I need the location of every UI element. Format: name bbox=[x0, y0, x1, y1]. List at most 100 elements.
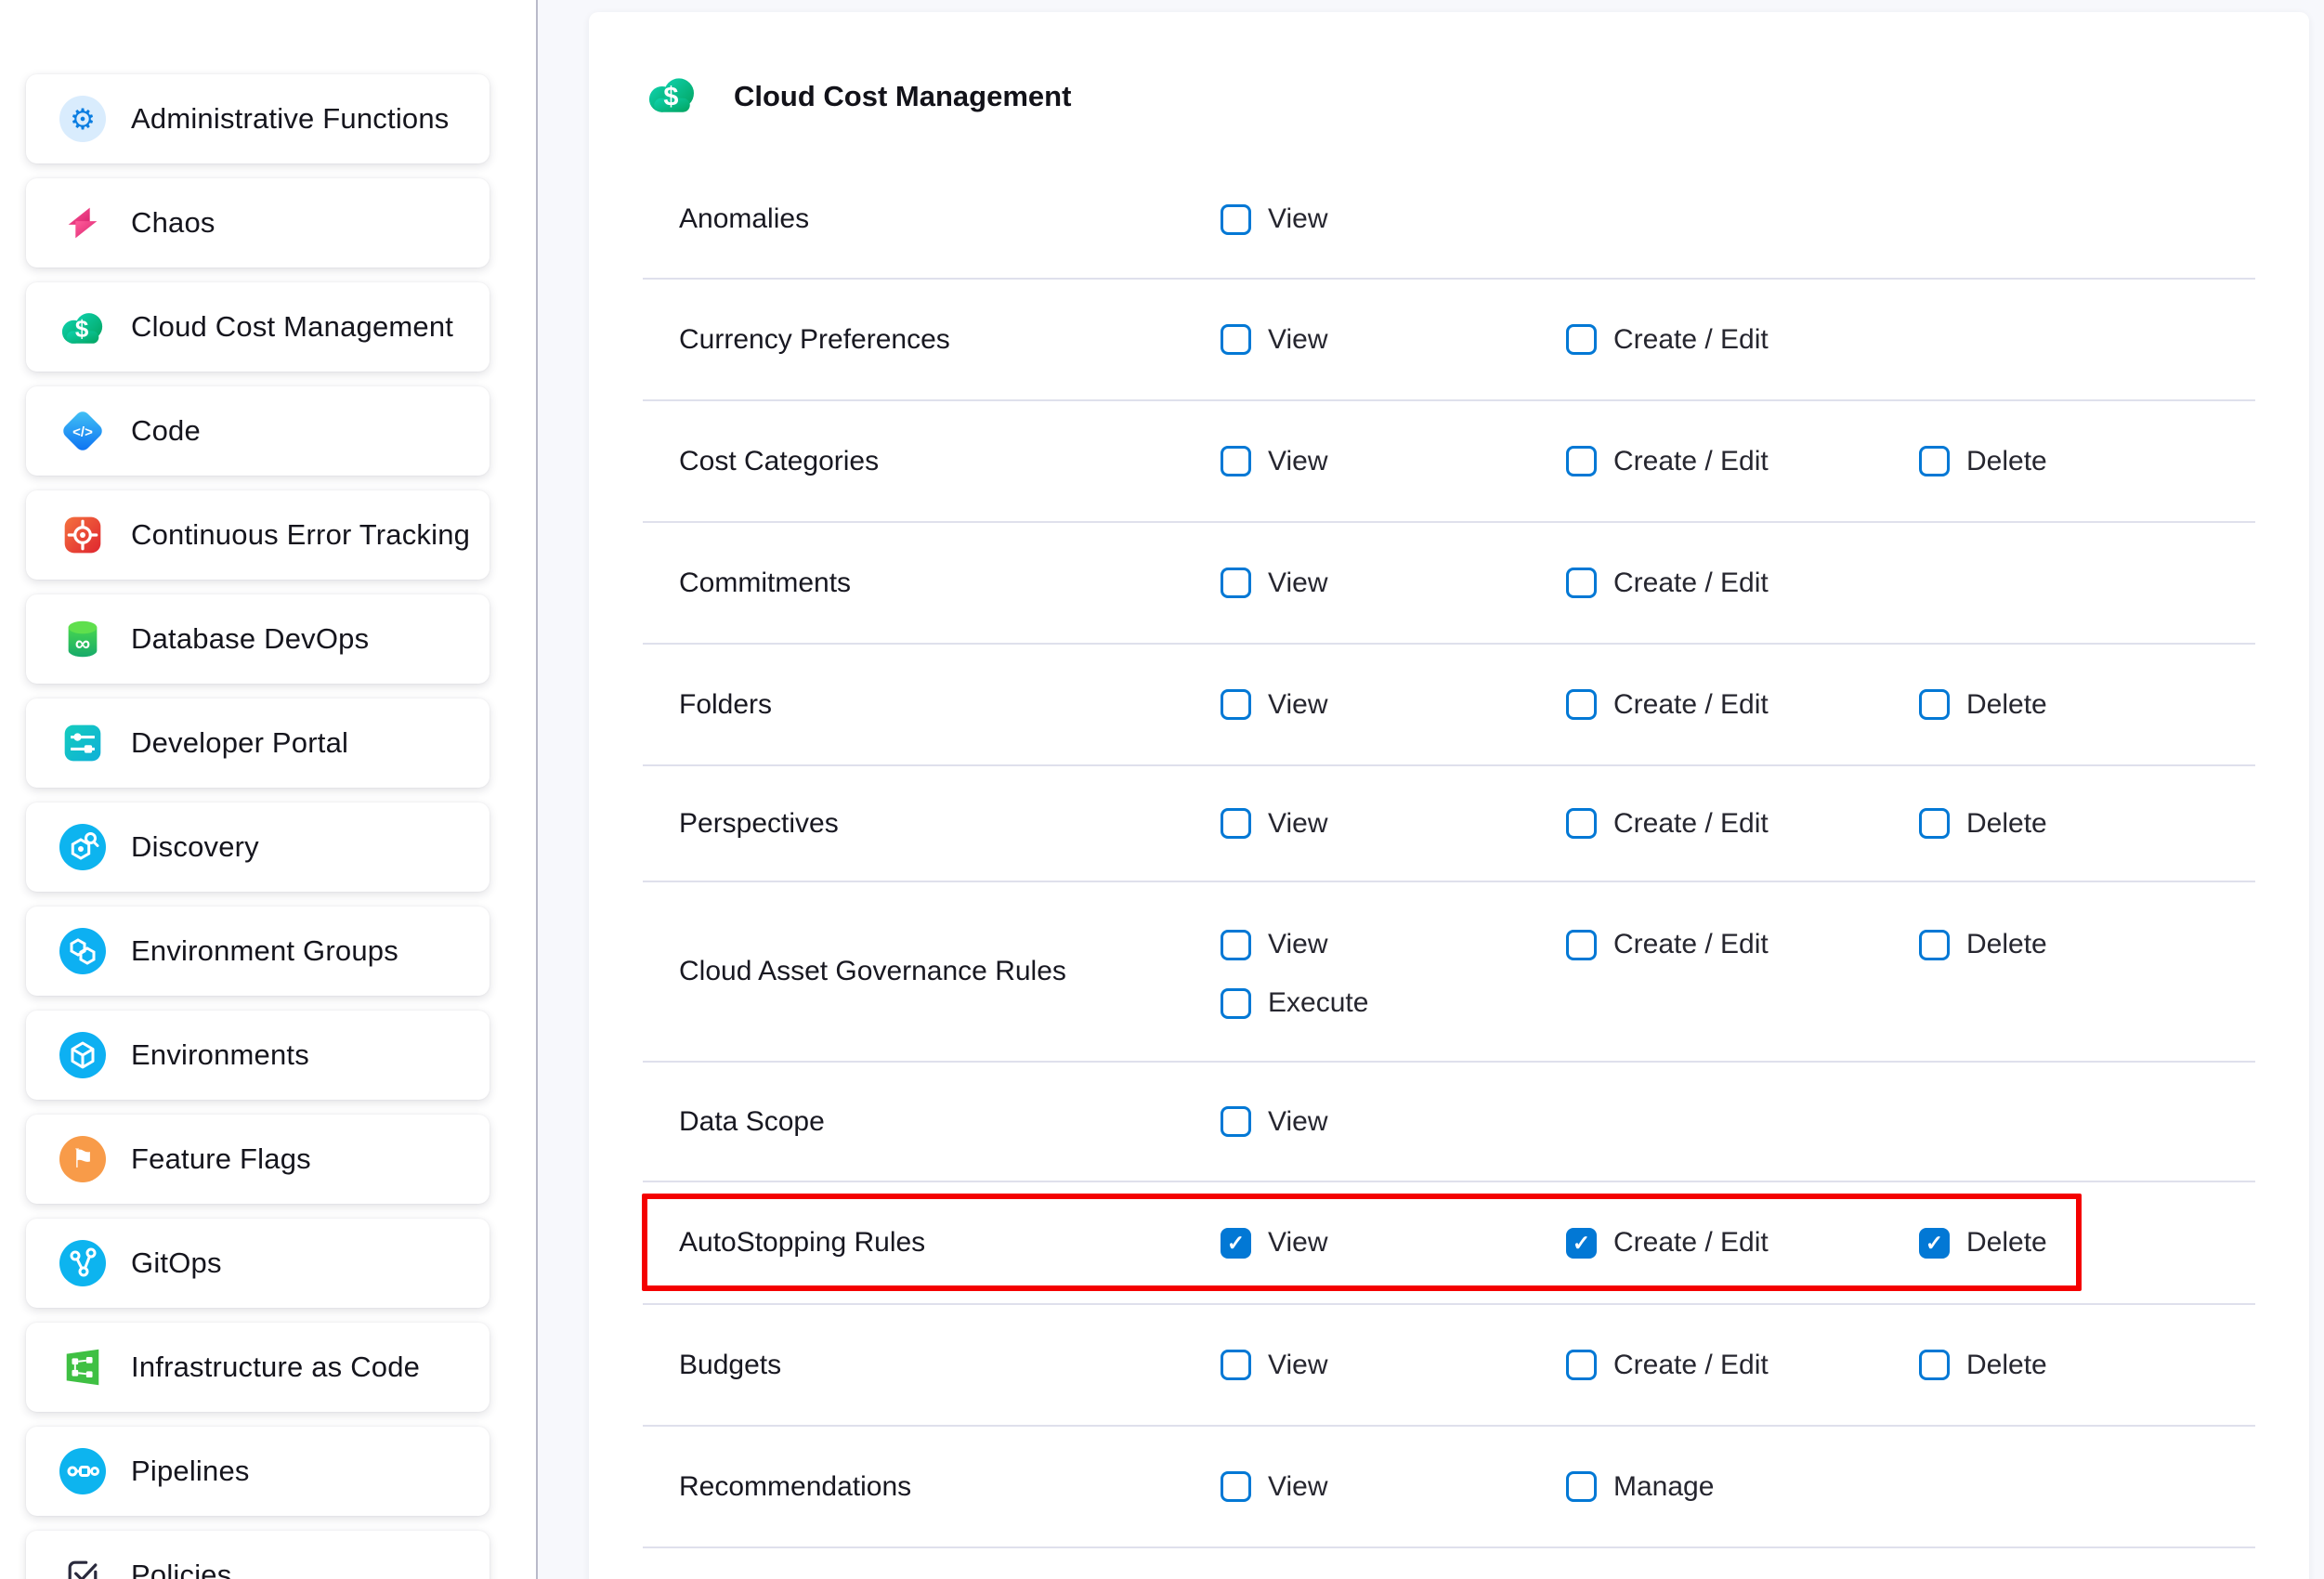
svg-text:$: $ bbox=[75, 315, 89, 343]
database-infinity-icon: ∞ bbox=[59, 616, 106, 662]
sidebar-item-label: Developer Portal bbox=[131, 726, 348, 760]
svg-text:∞: ∞ bbox=[75, 631, 90, 655]
sidebar-item-pipelines[interactable]: Pipelines bbox=[26, 1427, 490, 1516]
permission-row-folders: Folders View Create / Edit Delete bbox=[643, 645, 2255, 766]
checkbox-label: Delete bbox=[1966, 1350, 2047, 1381]
checkbox-label: View bbox=[1268, 1350, 1327, 1381]
permission-cell: View bbox=[1221, 1106, 1327, 1138]
checkbox-delete[interactable] bbox=[1919, 1228, 1950, 1259]
checkbox-label: View bbox=[1268, 929, 1327, 960]
checkbox-label: Delete bbox=[1966, 929, 2047, 960]
checkbox-view[interactable] bbox=[1221, 446, 1251, 476]
permission-cell: Create / Edit bbox=[1566, 568, 1769, 599]
checkbox-label: View bbox=[1268, 568, 1327, 599]
cloud-dollar-icon: $ bbox=[646, 72, 699, 121]
row-label: Perspectives bbox=[679, 808, 839, 840]
checkbox-create-edit[interactable] bbox=[1566, 1228, 1597, 1259]
row-label: Data Scope bbox=[679, 1106, 825, 1138]
checkbox-view[interactable] bbox=[1221, 1228, 1251, 1259]
permission-cell: View bbox=[1221, 1227, 1327, 1259]
checkbox-create-edit[interactable] bbox=[1566, 930, 1597, 960]
checkbox-create-edit[interactable] bbox=[1566, 324, 1597, 355]
row-label: Cost Categories bbox=[679, 446, 879, 477]
checkbox-label: View bbox=[1268, 324, 1327, 356]
sidebar-item-database-devops[interactable]: ∞ Database DevOps bbox=[26, 594, 490, 684]
checkbox-view[interactable] bbox=[1221, 1350, 1251, 1380]
permission-row-currency-preferences: Currency Preferences View Create / Edit bbox=[643, 280, 2255, 401]
checkbox-execute[interactable] bbox=[1221, 988, 1251, 1019]
permission-row-commitments: Commitments View Create / Edit bbox=[643, 523, 2255, 645]
sidebar-item-label: Environment Groups bbox=[131, 934, 398, 968]
sidebar-item-discovery[interactable]: Discovery bbox=[26, 803, 490, 892]
permission-cell: Manage bbox=[1566, 1471, 1714, 1503]
row-label: Recommendations bbox=[679, 1471, 911, 1503]
permission-cell: Delete bbox=[1919, 689, 2047, 721]
checkbox-label: Create / Edit bbox=[1613, 568, 1769, 599]
permission-cell: Delete bbox=[1919, 446, 2047, 477]
sidebar-item-chaos[interactable]: Chaos bbox=[26, 178, 490, 268]
checkbox-manage[interactable] bbox=[1566, 1471, 1597, 1502]
checkbox-delete[interactable] bbox=[1919, 808, 1950, 839]
git-branch-icon bbox=[59, 1240, 106, 1286]
sidebar-item-label: Discovery bbox=[131, 830, 259, 864]
svg-text:</>: </> bbox=[72, 424, 93, 440]
sliders-icon bbox=[59, 720, 106, 766]
sidebar-item-label: GitOps bbox=[131, 1246, 222, 1280]
sidebar-item-infrastructure-as-code[interactable]: Infrastructure as Code bbox=[26, 1323, 490, 1412]
row-label: Folders bbox=[679, 689, 772, 721]
permission-cell: View bbox=[1221, 929, 1327, 960]
code-brackets-icon: </> bbox=[59, 408, 106, 454]
checkbox-view[interactable] bbox=[1221, 1106, 1251, 1137]
checkbox-view[interactable] bbox=[1221, 568, 1251, 598]
network-grid-icon bbox=[59, 1344, 106, 1390]
checkbox-delete[interactable] bbox=[1919, 446, 1950, 476]
sidebar-item-feature-flags[interactable]: ⚑ Feature Flags bbox=[26, 1115, 490, 1204]
checkbox-label: Create / Edit bbox=[1613, 808, 1769, 840]
checkbox-view[interactable] bbox=[1221, 1471, 1251, 1502]
permission-cell: Execute bbox=[1221, 987, 1368, 1019]
checkbox-create-edit[interactable] bbox=[1566, 689, 1597, 720]
sidebar-item-label: Environments bbox=[131, 1038, 309, 1072]
sidebar-item-code[interactable]: </> Code bbox=[26, 386, 490, 476]
checkbox-create-edit[interactable] bbox=[1566, 446, 1597, 476]
sidebar-item-continuous-error-tracking[interactable]: Continuous Error Tracking bbox=[26, 490, 490, 580]
permission-row-cost-categories: Cost Categories View Create / Edit Delet… bbox=[643, 401, 2255, 523]
checkbox-create-edit[interactable] bbox=[1566, 1350, 1597, 1380]
checkbox-check-icon bbox=[59, 1552, 106, 1579]
checkbox-view[interactable] bbox=[1221, 930, 1251, 960]
permission-cell: Delete bbox=[1919, 1227, 2047, 1259]
permission-cell: Create / Edit bbox=[1566, 324, 1769, 356]
permission-cell: View bbox=[1221, 324, 1327, 356]
checkbox-create-edit[interactable] bbox=[1566, 808, 1597, 839]
pipeline-nodes-icon bbox=[59, 1448, 106, 1494]
permissions-screen: ⚙ Administrative Functions Chaos bbox=[0, 0, 2324, 1579]
checkbox-view[interactable] bbox=[1221, 324, 1251, 355]
sidebar-item-environment-groups[interactable]: Environment Groups bbox=[26, 907, 490, 996]
checkbox-delete[interactable] bbox=[1919, 689, 1950, 720]
sidebar-item-administrative-functions[interactable]: ⚙ Administrative Functions bbox=[26, 74, 490, 163]
checkbox-delete[interactable] bbox=[1919, 1350, 1950, 1380]
hexagon-search-icon bbox=[59, 824, 106, 870]
sidebar-item-label: Feature Flags bbox=[131, 1142, 311, 1176]
checkbox-view[interactable] bbox=[1221, 808, 1251, 839]
sidebar-item-environments[interactable]: Environments bbox=[26, 1011, 490, 1100]
checkbox-delete[interactable] bbox=[1919, 930, 1950, 960]
gear-icon: ⚙ bbox=[59, 96, 106, 142]
sidebar-item-developer-portal[interactable]: Developer Portal bbox=[26, 698, 490, 788]
sidebar-item-gitops[interactable]: GitOps bbox=[26, 1219, 490, 1308]
permission-row-perspectives: Perspectives View Create / Edit Delete bbox=[643, 766, 2255, 882]
sidebar-item-cloud-cost-management[interactable]: $ Cloud Cost Management bbox=[26, 282, 490, 372]
checkbox-create-edit[interactable] bbox=[1566, 568, 1597, 598]
checkbox-view[interactable] bbox=[1221, 689, 1251, 720]
permission-row-anomalies: Anomalies View bbox=[643, 161, 2255, 280]
checkbox-label: Create / Edit bbox=[1613, 1227, 1769, 1259]
row-label: AutoStopping Rules bbox=[679, 1227, 925, 1259]
sidebar-item-policies[interactable]: Policies bbox=[26, 1531, 490, 1579]
permission-cell: Create / Edit bbox=[1566, 446, 1769, 477]
module-sidebar: ⚙ Administrative Functions Chaos bbox=[0, 0, 536, 1579]
checkbox-label: Delete bbox=[1966, 808, 2047, 840]
checkbox-view[interactable] bbox=[1221, 204, 1251, 235]
permission-cell: View bbox=[1221, 446, 1327, 477]
checkbox-label: Create / Edit bbox=[1613, 1350, 1769, 1381]
checkbox-label: Delete bbox=[1966, 689, 2047, 721]
